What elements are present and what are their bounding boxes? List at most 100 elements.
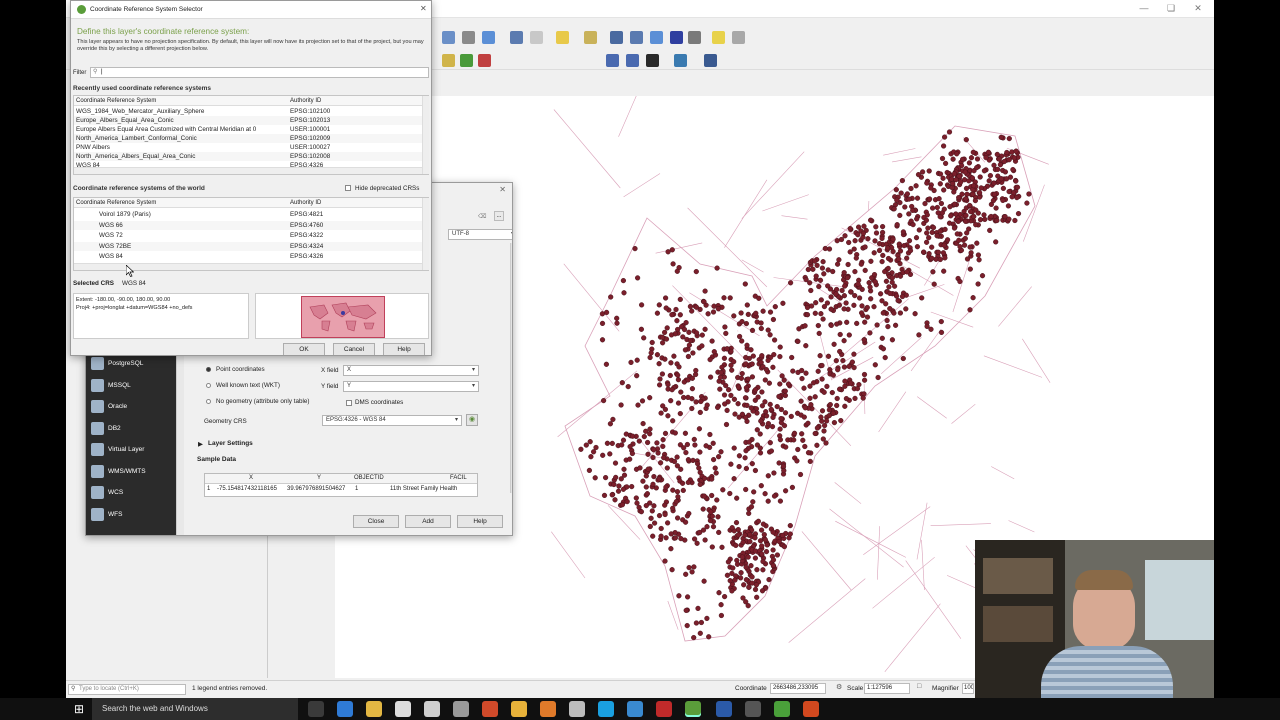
world-scrollbar[interactable] xyxy=(422,198,429,270)
skype-icon[interactable] xyxy=(598,701,614,717)
source-item-db2[interactable]: DB2 xyxy=(88,418,172,439)
close-icon[interactable]: ✕ xyxy=(1190,2,1206,14)
minimize-icon[interactable]: — xyxy=(1136,2,1152,14)
qgis-taskbar-icon[interactable] xyxy=(685,701,701,717)
scale-field[interactable]: 1:127596 xyxy=(864,683,910,694)
y-field-select[interactable]: Y ▾ xyxy=(343,381,479,392)
table-row[interactable]: WGS_1984_Web_Mercator_Auxiliary_Sphere EP… xyxy=(74,107,422,116)
annotation-icon[interactable] xyxy=(712,31,725,44)
zoom-icon[interactable] xyxy=(510,31,523,44)
close-button[interactable]: Close xyxy=(353,515,399,528)
measure-icon[interactable] xyxy=(688,31,701,44)
close-icon[interactable]: ✕ xyxy=(420,4,427,13)
coordinate-field[interactable]: 2663486,233095 xyxy=(770,683,826,694)
recorder-icon[interactable] xyxy=(803,701,819,717)
recent-hscrollbar[interactable] xyxy=(74,167,422,174)
clear-icon[interactable]: ⌫ xyxy=(478,213,486,220)
field-calculator-icon[interactable] xyxy=(630,31,643,44)
attribute-table-icon[interactable] xyxy=(610,31,623,44)
close-icon[interactable]: ✕ xyxy=(499,185,506,194)
table-row[interactable]: WGS 72 EPSG:4322 xyxy=(74,231,422,240)
magnifier-field[interactable]: 100 xyxy=(962,683,974,694)
table-row[interactable]: Voirol 1879 (Paris) EPSG:4821 xyxy=(74,210,422,219)
delete-icon[interactable] xyxy=(478,54,491,67)
dms-checkbox[interactable] xyxy=(346,400,352,406)
file-explorer-icon[interactable] xyxy=(366,701,382,717)
recent-scrollbar[interactable] xyxy=(422,96,429,174)
pan-icon[interactable] xyxy=(530,31,543,44)
lock-icon[interactable]: □ xyxy=(917,683,921,690)
crs-selector-icon[interactable]: ◉ xyxy=(466,414,478,426)
filter-input[interactable]: ⚲ | xyxy=(90,67,429,78)
table-row[interactable]: North_America_Albers_Equal_Area_Conic EPS… xyxy=(74,152,422,161)
calculator-icon[interactable] xyxy=(424,701,440,717)
help-icon[interactable] xyxy=(704,54,717,67)
hide-deprecated-checkbox[interactable] xyxy=(345,185,351,191)
label-rotate-icon[interactable] xyxy=(646,54,659,67)
encoding-select[interactable]: UTF-8 ▾ xyxy=(448,229,512,240)
pencil-icon[interactable] xyxy=(442,54,455,67)
taskbar-search-box[interactable]: Search the web and Windows xyxy=(92,698,298,720)
word-icon[interactable] xyxy=(716,701,732,717)
source-item-postgresql[interactable]: PostgreSQL xyxy=(88,353,172,374)
point-coordinates-radio[interactable] xyxy=(206,367,211,372)
source-item-virtual-layer[interactable]: Virtual Layer xyxy=(88,439,172,460)
snipping-tool-icon[interactable] xyxy=(453,701,469,717)
help-button[interactable]: Help xyxy=(383,343,425,355)
settings-icon[interactable] xyxy=(650,31,663,44)
browse-button[interactable]: ... xyxy=(494,211,504,221)
table-row[interactable]: Europe Albers Equal Area Customized with… xyxy=(74,125,422,134)
table-row[interactable]: WGS 84 EPSG:4326 xyxy=(74,252,422,261)
add-feature-icon[interactable] xyxy=(460,54,473,67)
firefox-icon[interactable] xyxy=(540,701,556,717)
wkt-radio[interactable] xyxy=(206,383,211,388)
table-row[interactable]: Europe_Albers_Equal_Area_Conic EPSG:10201… xyxy=(74,116,422,125)
powerpoint-icon[interactable] xyxy=(482,701,498,717)
cancel-button[interactable]: Cancel xyxy=(333,343,375,355)
expand-arrow-icon[interactable]: ▶ xyxy=(198,440,203,448)
store-icon[interactable] xyxy=(395,701,411,717)
table-row[interactable]: WGS 66 EPSG:4760 xyxy=(74,220,422,230)
text-annotation-icon[interactable] xyxy=(732,31,745,44)
table-row[interactable]: North_America_Lambert_Conformal_Conic EPS… xyxy=(74,134,422,143)
edge-icon[interactable] xyxy=(337,701,353,717)
save-icon[interactable] xyxy=(462,31,475,44)
python-icon[interactable] xyxy=(674,54,687,67)
help-button[interactable]: Help xyxy=(457,515,503,528)
locate-input[interactable]: ⚲ Type to locate (Ctrl+K) xyxy=(68,684,186,695)
table-row[interactable]: WGS 72BE EPSG:4324 xyxy=(74,241,422,251)
add-button[interactable]: Add xyxy=(405,515,451,528)
windows-start-icon[interactable]: ⊞ xyxy=(74,702,84,716)
source-item-mssql[interactable]: MSSQL xyxy=(88,375,172,396)
main-scrollbar[interactable] xyxy=(510,243,512,493)
label-icon[interactable] xyxy=(606,54,619,67)
x-field-select[interactable]: X ▾ xyxy=(343,365,479,376)
task-view-icon[interactable] xyxy=(308,701,324,717)
app-green-icon[interactable] xyxy=(774,701,790,717)
label-pin-icon[interactable] xyxy=(626,54,639,67)
new-project-icon[interactable] xyxy=(442,31,455,44)
facility-point xyxy=(754,567,760,573)
source-item-wms-wmts[interactable]: WMS/WMTS xyxy=(88,461,172,482)
facility-point xyxy=(782,392,789,399)
geometry-crs-select[interactable]: EPSG:4326 - WGS 84 ▾ xyxy=(322,415,462,426)
app-icon[interactable] xyxy=(627,701,643,717)
restore-icon[interactable]: ❏ xyxy=(1163,2,1179,14)
select-icon[interactable] xyxy=(556,31,569,44)
facility-point xyxy=(683,450,689,456)
ok-button[interactable]: OK xyxy=(283,343,325,355)
layer-settings-header[interactable]: Layer Settings xyxy=(208,440,253,447)
chrome-icon[interactable] xyxy=(511,701,527,717)
deselect-icon[interactable] xyxy=(584,31,597,44)
sum-icon[interactable] xyxy=(670,31,683,44)
table-row[interactable]: PNW Albers USER:100027 xyxy=(74,143,422,152)
source-item-oracle[interactable]: Oracle xyxy=(88,396,172,417)
coordinate-toggle-icon[interactable]: ⚙ xyxy=(836,683,842,691)
no-geometry-radio[interactable] xyxy=(206,399,211,404)
source-item-wfs[interactable]: WFS xyxy=(88,504,172,525)
settings-icon[interactable] xyxy=(745,701,761,717)
acrobat-icon[interactable] xyxy=(656,701,672,717)
source-item-wcs[interactable]: WCS xyxy=(88,482,172,503)
refresh-icon[interactable] xyxy=(482,31,495,44)
arcgis-icon[interactable] xyxy=(569,701,585,717)
